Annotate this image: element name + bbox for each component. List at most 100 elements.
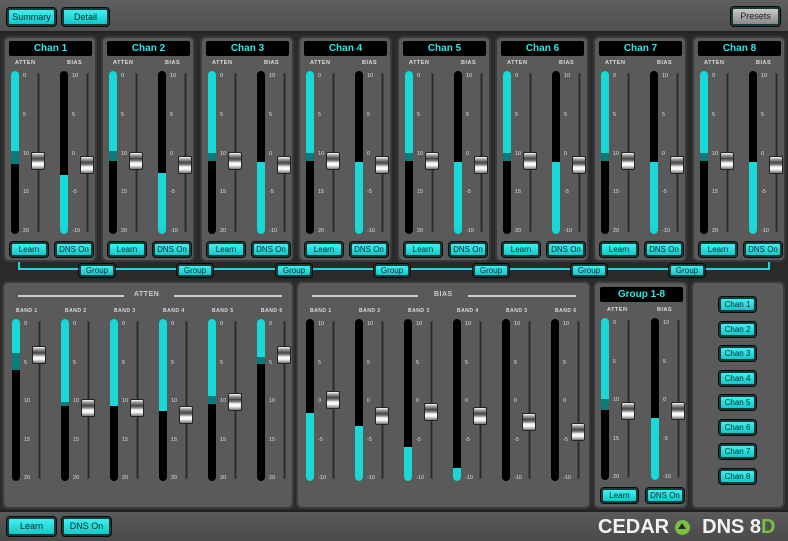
learn-button[interactable]: Learn — [502, 242, 540, 257]
channel-atten-meter-fill — [601, 71, 609, 153]
dns-on-button[interactable]: DNS On — [55, 242, 93, 257]
channel-atten-fader-thumb[interactable] — [228, 151, 242, 170]
detail-button[interactable]: Detail — [62, 8, 109, 26]
channel-select-button[interactable]: Chan 3 — [719, 346, 756, 361]
channel-atten-fader-thumb[interactable] — [720, 151, 734, 170]
band-atten-fader-thumb[interactable] — [179, 405, 193, 424]
channel-atten-fader-thumb[interactable] — [326, 151, 340, 170]
band-bias-fader-thumb[interactable] — [375, 407, 389, 426]
group-link-button[interactable]: Group — [374, 264, 410, 277]
channel-bias-fader-thumb[interactable] — [474, 155, 488, 174]
channel-atten-scale-label: 15 — [417, 189, 424, 196]
channel-bias-fader-thumb[interactable] — [670, 155, 684, 174]
band-atten-scale-label: 10 — [171, 398, 178, 404]
band-bias-fader-track — [577, 321, 580, 479]
channel-atten-scale-label: 0 — [515, 73, 519, 79]
bias-panel-heading: BIAS — [434, 291, 453, 298]
group-atten-fader-thumb[interactable] — [621, 402, 635, 421]
channel-bias-scale-label: -5 — [564, 189, 569, 196]
channel-bias-scale-label: -10 — [269, 228, 277, 234]
band-atten-fader-thumb[interactable] — [130, 399, 144, 418]
logo-mark-icon — [675, 519, 691, 535]
band-atten-fader-thumb[interactable] — [228, 393, 242, 412]
channel-bias-fader-thumb[interactable] — [572, 155, 586, 174]
band-bias-fader-thumb[interactable] — [473, 407, 487, 426]
atten-label: ATTEN — [507, 60, 528, 66]
channel-bias-scale-label: -5 — [170, 189, 175, 196]
channel-select-button[interactable]: Chan 5 — [719, 395, 756, 410]
learn-button[interactable]: Learn — [404, 242, 442, 257]
channel-select-button[interactable]: Chan 1 — [719, 297, 756, 312]
channel-bias-meter-fill — [158, 172, 166, 234]
group-learn-button[interactable]: Learn — [601, 488, 638, 503]
dns-on-button[interactable]: DNS On — [252, 242, 290, 257]
channel-select-button[interactable]: Chan 2 — [719, 321, 756, 337]
channel-bias-fader-thumb[interactable] — [277, 155, 291, 174]
learn-button[interactable]: Learn — [600, 242, 638, 257]
dns-on-button[interactable]: DNS On — [153, 242, 191, 257]
channel-atten-fader-thumb[interactable] — [31, 151, 45, 170]
channel-atten-scale-label: 0 — [613, 73, 617, 79]
band-atten-fader-track — [185, 321, 188, 479]
summary-button[interactable]: Summary — [7, 8, 56, 26]
band-atten-fader-thumb[interactable] — [277, 346, 291, 365]
band-atten-meter-fill — [61, 319, 69, 402]
group-bias-meter — [651, 318, 659, 480]
dns-on-button[interactable]: DNS On — [744, 242, 782, 257]
channel-atten-meter-fill — [306, 71, 314, 153]
channel-select-button[interactable]: Chan 4 — [719, 370, 756, 386]
dns-on-button[interactable]: DNS On — [350, 242, 388, 257]
group-link-button[interactable]: Group — [276, 264, 312, 277]
group-link-button[interactable]: Group — [571, 264, 607, 277]
group-dns-on-button[interactable]: DNS On — [646, 488, 684, 503]
learn-button[interactable]: Learn — [305, 242, 343, 257]
band-bias-scale-label: -5 — [563, 436, 568, 443]
channel-atten-meter — [700, 71, 708, 234]
channel-select-button[interactable]: Chan 8 — [719, 468, 756, 484]
channel-bias-fader-thumb[interactable] — [178, 155, 192, 174]
band-bias-fader-thumb[interactable] — [326, 391, 340, 409]
learn-button[interactable]: Learn — [10, 242, 48, 257]
band-bias-scale-label: 5 — [514, 359, 518, 366]
learn-button[interactable]: Learn — [699, 242, 737, 257]
dns-on-button[interactable]: DNS On — [645, 242, 683, 257]
learn-button[interactable]: Learn — [207, 242, 245, 257]
group-link-button[interactable]: Group — [79, 264, 115, 277]
dns-on-button[interactable]: DNS On — [449, 242, 487, 257]
channel-atten-fader-thumb[interactable] — [621, 151, 635, 170]
band-bias-fader-thumb[interactable] — [522, 412, 536, 431]
group-link-button[interactable]: Group — [177, 264, 213, 277]
dns-on-button[interactable]: DNS On — [547, 242, 585, 257]
learn-button[interactable]: Learn — [108, 242, 146, 257]
band-atten-fader-thumb[interactable] — [32, 346, 46, 365]
band-bias-scale-label: -10 — [563, 475, 571, 481]
presets-button[interactable]: Presets — [731, 7, 780, 26]
band-bias-scale-label: 0 — [318, 398, 322, 404]
band-atten-fader-thumb[interactable] — [81, 399, 95, 418]
band-atten-meter-fill — [208, 319, 216, 396]
channel-bias-fader-thumb[interactable] — [80, 155, 94, 174]
band-bias-scale-label: 5 — [416, 359, 420, 366]
channel-bias-scale-label: 10 — [466, 73, 473, 79]
learn-all-button[interactable]: Learn — [7, 517, 56, 536]
channel-bias-scale-label: -10 — [72, 228, 80, 234]
channel-bias-fader-thumb[interactable] — [769, 155, 783, 174]
channel-select-button[interactable]: Chan 7 — [719, 444, 756, 459]
band-bias-fader-thumb[interactable] — [424, 403, 438, 422]
channel-atten-fader-thumb[interactable] — [425, 151, 439, 170]
group-link-button[interactable]: Group — [473, 264, 509, 277]
channel-select-button[interactable]: Chan 6 — [719, 419, 756, 435]
channel-bias-scale-label: 5 — [367, 111, 371, 118]
channel-bias-scale-label: 0 — [761, 150, 765, 157]
channel-atten-fader-thumb[interactable] — [129, 151, 143, 170]
channel-atten-scale-label: 20 — [712, 228, 719, 234]
channel-bias-scale-label: 0 — [662, 150, 666, 157]
band-bias-fader-thumb[interactable] — [571, 423, 585, 442]
group-title: Group 1-8 — [600, 287, 683, 302]
group-link-button[interactable]: Group — [669, 264, 705, 277]
channel-bias-fader-thumb[interactable] — [375, 155, 389, 174]
channel-atten-fader-thumb[interactable] — [523, 151, 537, 170]
group-bias-fader-thumb[interactable] — [671, 402, 685, 421]
dns-on-all-button[interactable]: DNS On — [62, 517, 111, 536]
band-atten-scale-label: 0 — [171, 321, 175, 327]
